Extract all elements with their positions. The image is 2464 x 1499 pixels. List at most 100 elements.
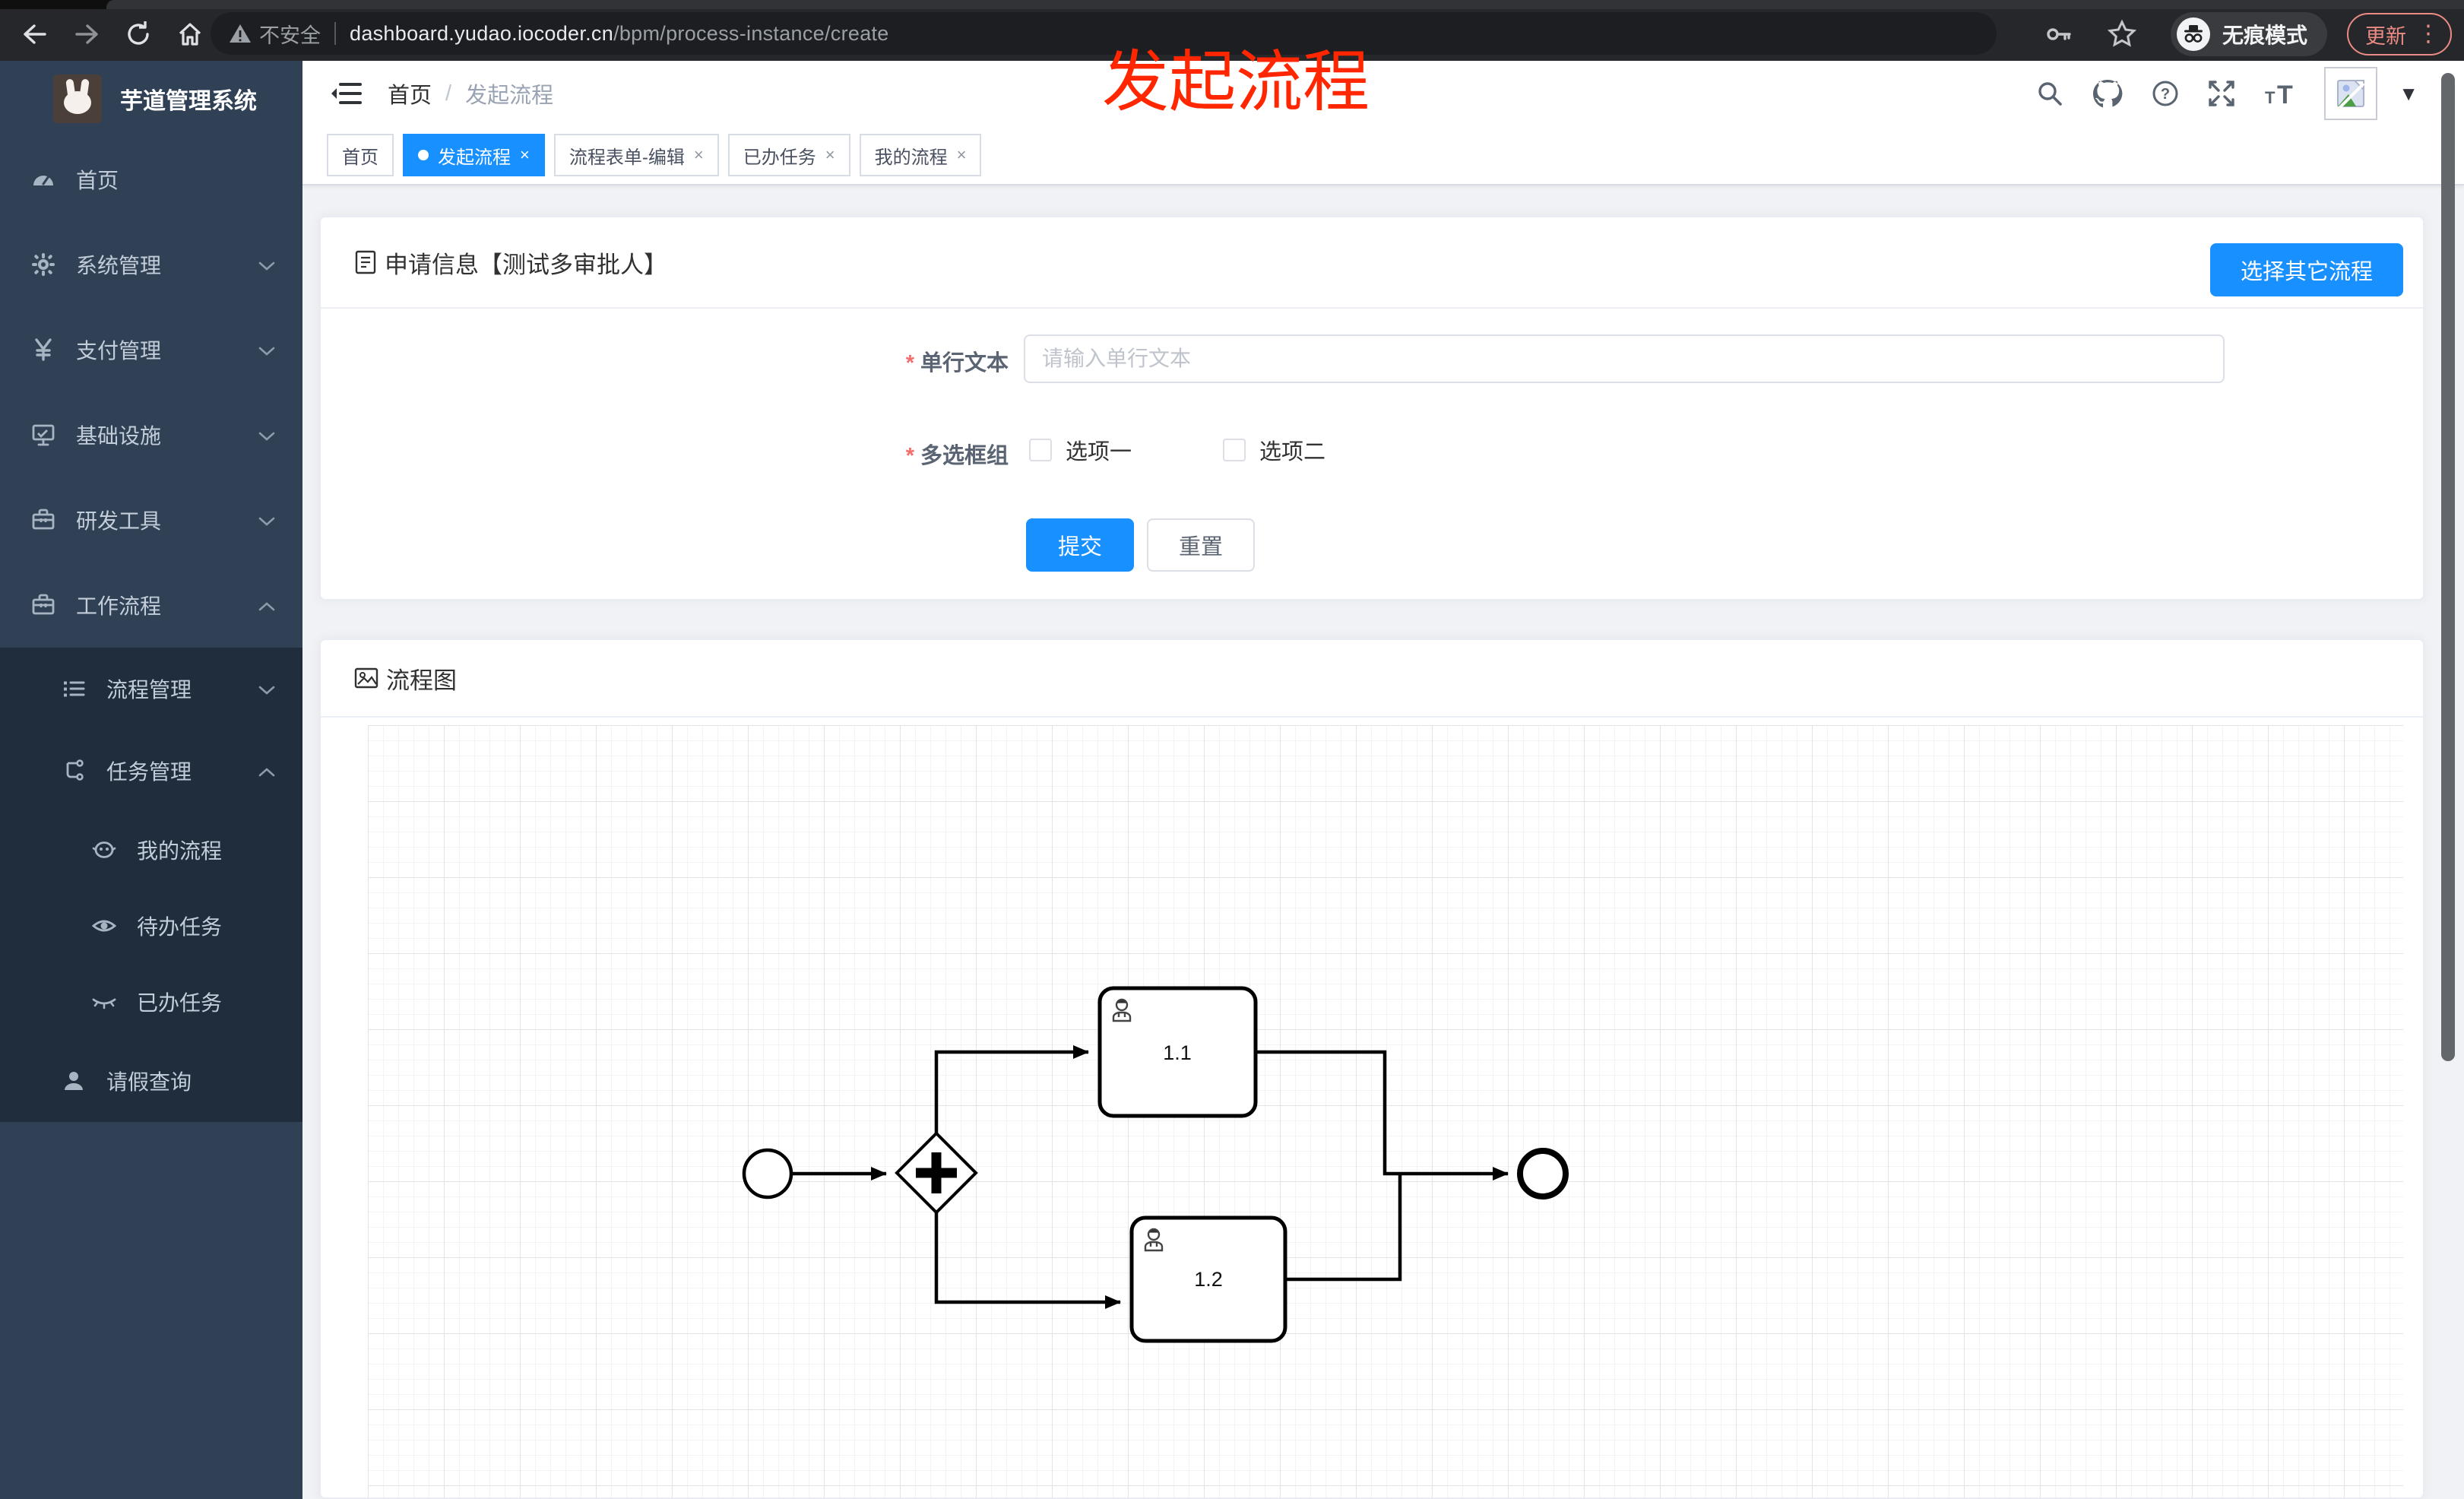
eye-closed-icon: [91, 990, 117, 1014]
checkbox-option1-label[interactable]: 选项一: [1066, 434, 1132, 466]
url-domain: dashboard.yudao.iocoder.cn: [350, 21, 614, 45]
workflow-submenu: 流程管理 任务管理 我的流程 待办任务 已办任务 请假查询: [0, 648, 302, 1122]
reset-button[interactable]: 重置: [1147, 518, 1255, 572]
view-tab-form-edit[interactable]: 流程表单-编辑 ×: [553, 134, 719, 176]
chevron-down-icon: [258, 252, 275, 277]
toolbox-icon: [30, 508, 56, 532]
sidebar-item-process-mgmt[interactable]: 流程管理: [0, 648, 302, 730]
reload-icon[interactable]: [123, 19, 154, 49]
picture-icon: [354, 667, 378, 689]
submit-button[interactable]: 提交: [1026, 518, 1134, 572]
update-button[interactable]: 更新 ⋮: [2347, 13, 2452, 55]
view-tabbar: 首页 发起流程 × 流程表单-编辑 × 已办任务 × 我的流程 ×: [302, 126, 2464, 185]
browser-menu-icon[interactable]: ⋮: [2417, 23, 2440, 46]
breadcrumb-current: 发起流程: [465, 84, 554, 108]
help-icon[interactable]: ?: [2151, 79, 2180, 108]
sidebar-item-system[interactable]: 系统管理: [0, 222, 302, 307]
svg-text:T: T: [2265, 88, 2276, 107]
app-header: 首页 / 发起流程 ? TT ▼: [302, 61, 2464, 126]
toolbox-icon: [30, 593, 56, 617]
task-label: 1.2: [1194, 1268, 1223, 1291]
gear-icon: [30, 252, 56, 277]
app-logo: [53, 74, 102, 123]
sidebar-item-task-mgmt[interactable]: 任务管理: [0, 730, 302, 812]
search-icon[interactable]: [2035, 79, 2064, 108]
not-secure-icon: [230, 24, 251, 43]
collapse-sidebar-icon[interactable]: [330, 79, 362, 112]
annotation-text: 发起流程: [1102, 44, 1370, 119]
user-task-1-1[interactable]: 1.1: [1097, 986, 1258, 1118]
required-mark: *: [905, 351, 914, 376]
robot-face-icon: [91, 838, 117, 862]
start-event[interactable]: [742, 1148, 793, 1200]
avatar-caret-icon[interactable]: ▼: [2399, 82, 2418, 106]
sidebar-item-payment[interactable]: 支付管理: [0, 307, 302, 392]
close-icon[interactable]: ×: [825, 145, 835, 165]
sidebar: 芋道管理系统 首页 系统管理 支付管理 基础设施 研发工具 工作流程 流程管理 …: [0, 61, 302, 1499]
active-dot: [418, 150, 429, 160]
security-label: 不安全: [259, 24, 321, 47]
forward-icon[interactable]: [71, 19, 102, 49]
scrollbar-thumb[interactable]: [2441, 73, 2455, 1061]
checkbox-group-label: * 多选框组: [905, 444, 1009, 468]
diagram-card-header: 流程图: [321, 640, 2423, 718]
list-icon: [61, 677, 87, 701]
password-key-icon[interactable]: [2044, 20, 2073, 49]
checkbox-option2[interactable]: [1223, 439, 1246, 461]
parallel-gateway[interactable]: [895, 1131, 978, 1215]
bookmark-star-icon[interactable]: [2107, 19, 2137, 49]
flow-gateway-to-task1: [934, 1045, 1089, 1133]
svg-text:?: ?: [2161, 86, 2170, 103]
close-icon[interactable]: ×: [694, 145, 704, 165]
checkbox-group: 选项一 选项二: [1029, 432, 1325, 468]
eye-icon: [91, 914, 117, 938]
incognito-badge: 无痕模式: [2170, 12, 2327, 56]
sidebar-item-my-process[interactable]: 我的流程: [0, 812, 302, 888]
diagram-card-title: 流程图: [386, 667, 457, 694]
sidebar-item-todo-tasks[interactable]: 待办任务: [0, 888, 302, 964]
user-task-1-2[interactable]: 1.2: [1129, 1215, 1287, 1343]
github-icon[interactable]: [2092, 78, 2124, 109]
chevron-up-icon: [258, 759, 275, 783]
required-mark: *: [905, 444, 914, 468]
single-line-text-input[interactable]: [1024, 334, 2225, 383]
view-tab-create-process[interactable]: 发起流程 ×: [403, 134, 545, 176]
close-icon[interactable]: ×: [957, 145, 967, 165]
chevron-down-icon: [258, 423, 275, 447]
close-icon[interactable]: ×: [520, 145, 530, 165]
breadcrumb-home[interactable]: 首页: [388, 78, 432, 109]
end-event[interactable]: [1517, 1148, 1569, 1200]
breadcrumb: 首页 / 发起流程: [388, 61, 553, 126]
back-icon[interactable]: [20, 19, 50, 49]
sidebar-item-home[interactable]: 首页: [0, 137, 302, 222]
home-icon[interactable]: [175, 19, 205, 49]
checkbox-option2-label[interactable]: 选项二: [1259, 434, 1325, 466]
view-tab-home[interactable]: 首页: [327, 134, 394, 176]
fullscreen-icon[interactable]: [2207, 79, 2236, 108]
sidebar-item-devtools[interactable]: 研发工具: [0, 477, 302, 563]
application-form-card: 申请信息【测试多审批人】 选择其它流程 *单行文本 *多选框组 选项一 选项二 …: [319, 216, 2424, 601]
process-diagram-card: 流程图 1.1 1.2: [319, 639, 2424, 1499]
breadcrumb-separator: /: [445, 81, 452, 106]
checkbox-option1[interactable]: [1029, 439, 1052, 461]
chevron-down-icon: [258, 508, 275, 532]
flow-task2-to-end: [1285, 1174, 1402, 1282]
sidebar-item-infra[interactable]: 基础设施: [0, 392, 302, 477]
choose-other-process-button[interactable]: 选择其它流程: [2210, 243, 2403, 296]
incognito-icon: [2184, 25, 2203, 43]
sidebar-item-leave-query[interactable]: 请假查询: [0, 1040, 302, 1122]
monitor-icon: [30, 423, 56, 447]
sidebar-item-workflow[interactable]: 工作流程: [0, 563, 302, 648]
url-divider: [334, 22, 336, 45]
task-label: 1.1: [1163, 1041, 1192, 1064]
sidebar-item-done-tasks[interactable]: 已办任务: [0, 964, 302, 1040]
avatar[interactable]: [2324, 67, 2378, 120]
tree-icon: [61, 759, 87, 783]
font-size-icon[interactable]: TT: [2263, 79, 2297, 108]
form-card-title: 申请信息【测试多审批人】: [385, 251, 667, 278]
view-tab-done-tasks[interactable]: 已办任务 ×: [727, 134, 850, 176]
app-title: 芋道管理系统: [120, 89, 257, 114]
app-logo-row[interactable]: 芋道管理系统: [0, 61, 302, 137]
bpmn-canvas[interactable]: 1.1 1.2: [368, 725, 2403, 1497]
view-tab-my-process[interactable]: 我的流程 ×: [859, 134, 982, 176]
